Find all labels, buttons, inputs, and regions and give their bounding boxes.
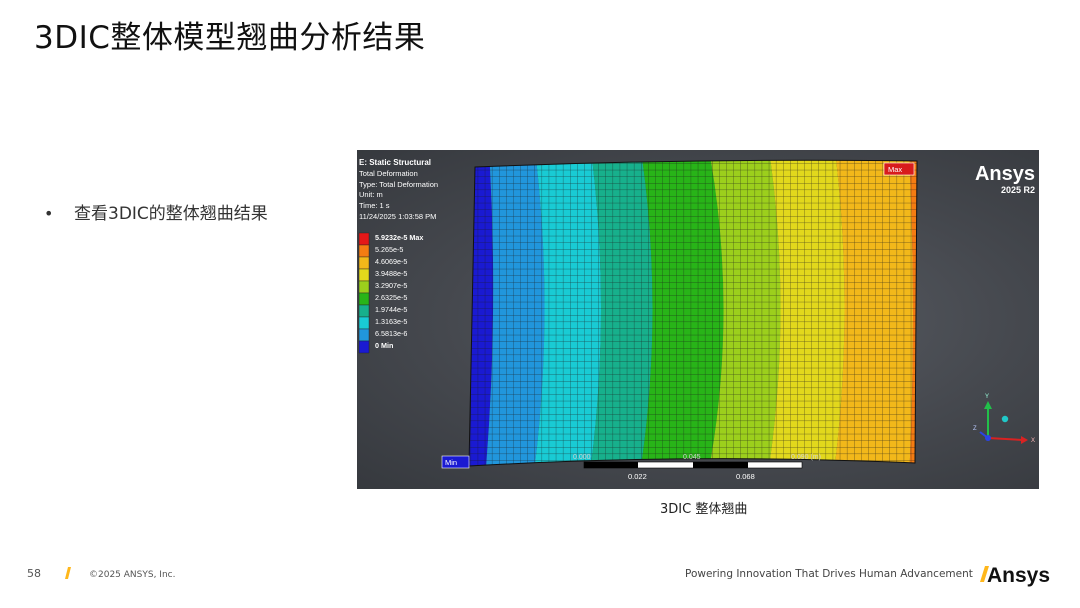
bullet-marker: •	[44, 204, 54, 223]
legend-label: 3.9488e-5	[375, 269, 407, 278]
min-probe[interactable]: Min	[441, 455, 470, 469]
legend-swatch	[358, 268, 370, 282]
legend-swatch	[358, 280, 370, 294]
legend-label: 5.9232e-5 Max	[375, 233, 423, 242]
bullet-text: 查看3DIC的整体翘曲结果	[74, 204, 268, 224]
deformation-plot: E: Static Structural Total Deformation T…	[358, 150, 1035, 481]
legend-swatch	[358, 244, 370, 258]
axis-x-label: X	[1031, 438, 1035, 444]
info-title: E: Static Structural	[359, 158, 431, 167]
ansys-watermark: Ansys 2025 R2	[975, 163, 1035, 195]
contour-plate	[469, 150, 957, 480]
axis-triad[interactable]: Y X Z	[973, 394, 1035, 444]
legend-swatch	[358, 328, 370, 342]
legend-swatch	[358, 316, 370, 330]
logo-text: Ansys	[987, 564, 1050, 587]
legend-swatch	[358, 292, 370, 306]
copyright: ©2025 ANSYS, Inc.	[89, 570, 176, 580]
result-info: E: Static Structural Total Deformation T…	[359, 158, 438, 221]
scale-label: 0.022	[628, 472, 647, 481]
color-legend: 5.9232e-5 Max 5.265e-5 4.6069e-5 3.9488e-5 3…	[358, 232, 423, 354]
info-line: Type: Total Deformation	[359, 180, 438, 189]
legend-label: 5.265e-5	[375, 245, 403, 254]
version-text: 2025 R2	[1001, 185, 1035, 195]
info-line: Unit: m	[359, 190, 383, 199]
contour-band	[937, 150, 957, 480]
legend-label: 0 Min	[375, 341, 393, 350]
max-label: Max	[888, 165, 902, 174]
scale-label: 0.045	[683, 454, 701, 461]
axis-y-label: Y	[985, 394, 989, 400]
footer-tagline: Powering Innovation That Drives Human Ad…	[685, 568, 973, 580]
legend-label: 2.6325e-5	[375, 293, 407, 302]
axis-z-label: Z	[973, 426, 977, 432]
info-line: Time: 1 s	[359, 201, 390, 210]
slide-title: 3DIC整体模型翘曲分析结果	[34, 20, 426, 56]
legend-swatch	[358, 232, 370, 246]
page-number: 58	[27, 567, 41, 580]
info-line: Total Deformation	[359, 169, 418, 178]
scale-label: 0.090 (m)	[791, 454, 821, 461]
info-line: 11/24/2025 1:03:58 PM	[359, 212, 436, 221]
legend-swatch	[358, 304, 370, 318]
legend-label: 1.9744e-5	[375, 305, 407, 314]
ansys-logo: Ansys	[980, 564, 1050, 587]
max-probe[interactable]: Max	[883, 162, 915, 176]
brand-text: Ansys	[975, 163, 1035, 185]
bullet-item: • 查看3DIC的整体翘曲结果	[44, 199, 268, 224]
legend-label: 3.2907e-5	[375, 281, 407, 290]
simulation-viewport[interactable]: E: Static Structural Total Deformation T…	[357, 150, 1039, 489]
legend-label: 4.6069e-5	[375, 257, 407, 266]
legend-label: 6.5813e-6	[375, 329, 407, 338]
brand-slash-icon	[65, 567, 71, 579]
scale-label: 0.000	[573, 454, 591, 461]
legend-swatch	[358, 256, 370, 270]
min-label: Min	[445, 458, 457, 467]
figure-caption: 3DIC 整体翘曲	[660, 502, 748, 517]
scale-label: 0.068	[736, 472, 755, 481]
legend-swatch	[358, 340, 370, 354]
legend-label: 1.3163e-5	[375, 317, 407, 326]
